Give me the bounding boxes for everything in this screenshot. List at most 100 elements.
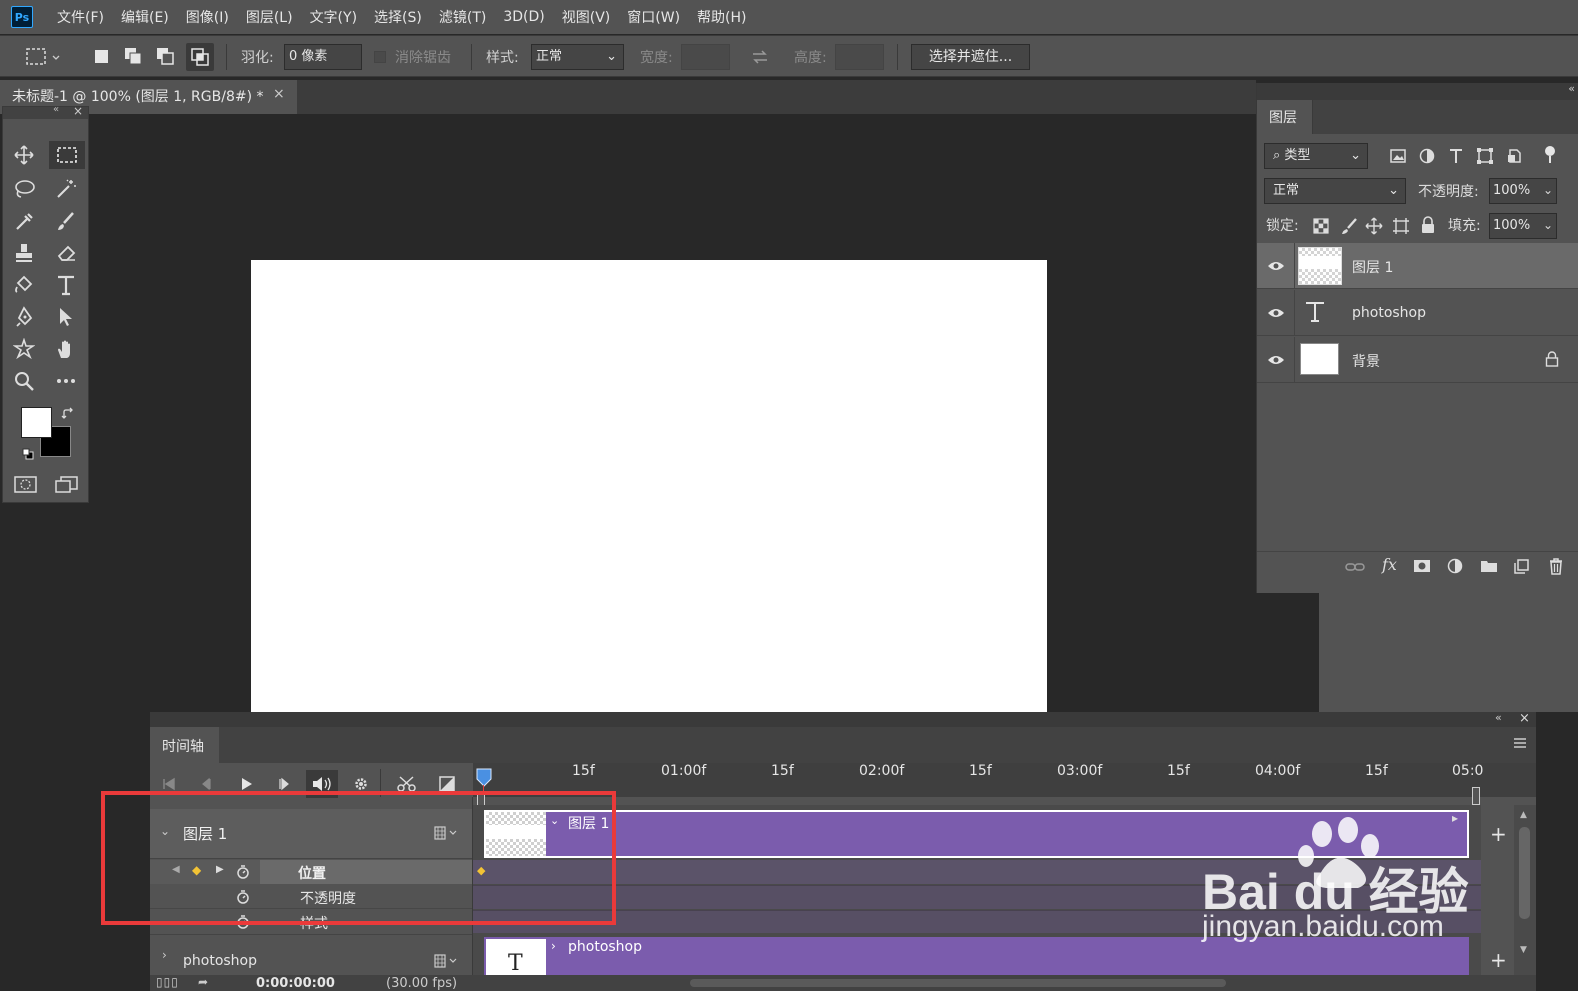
collapse-panel-icon[interactable]: « [1568, 82, 1575, 95]
add-media-button[interactable]: + [1490, 948, 1507, 972]
settings-gear-icon[interactable] [353, 776, 369, 792]
menu-window[interactable]: 窗口(W) [627, 7, 680, 27]
add-mask-icon[interactable] [1413, 558, 1431, 574]
add-selection-icon[interactable] [124, 47, 144, 67]
filter-smart-object-icon[interactable] [1505, 147, 1523, 165]
render-icon[interactable]: ➦ [198, 975, 208, 989]
custom-shape-tool-icon[interactable] [9, 335, 39, 363]
menu-3d[interactable]: 3D(D) [503, 9, 544, 25]
lock-transparent-icon[interactable] [1313, 218, 1329, 234]
scroll-down-icon[interactable]: ▼ [1520, 945, 1527, 955]
expand-chevron-icon[interactable]: › [162, 948, 167, 962]
collapse-icon[interactable]: « [53, 104, 59, 115]
previous-frame-icon[interactable] [200, 777, 214, 791]
menu-layer[interactable]: 图层(L) [246, 7, 293, 27]
stamp-tool-icon[interactable] [9, 239, 39, 267]
swap-dimensions-icon[interactable] [751, 48, 769, 66]
eye-icon[interactable] [1267, 307, 1285, 319]
keyframe-lane-opacity[interactable] [473, 885, 1481, 909]
menu-view[interactable]: 视图(V) [562, 7, 611, 27]
eraser-tool-icon[interactable] [51, 239, 81, 267]
filter-shape-icon[interactable] [1476, 147, 1494, 165]
paint-bucket-tool-icon[interactable] [9, 271, 39, 299]
fill-dropdown-icon[interactable]: ⌄ [1539, 213, 1557, 239]
subtract-selection-icon[interactable] [156, 47, 176, 67]
layer-row-photoshop[interactable]: photoshop [1257, 290, 1578, 336]
toolbar-header[interactable]: « × [3, 104, 88, 119]
keyframe-lane-position[interactable]: ◆ [473, 860, 1481, 884]
new-group-icon[interactable] [1480, 558, 1498, 574]
tab-layers[interactable]: 图层 [1257, 100, 1313, 134]
lock-position-icon[interactable] [1365, 217, 1383, 235]
swap-colors-icon[interactable] [61, 407, 75, 421]
transition-icon[interactable] [439, 776, 455, 792]
close-icon[interactable]: × [1519, 711, 1530, 726]
pen-tool-icon[interactable] [9, 303, 39, 331]
next-frame-icon[interactable] [277, 777, 291, 791]
horizontal-scrollbar[interactable] [690, 979, 1226, 987]
delete-layer-icon[interactable] [1548, 557, 1564, 575]
move-tool-icon[interactable] [9, 141, 39, 169]
menu-file[interactable]: 文件(F) [57, 7, 104, 27]
clip-end-icon[interactable]: ▸ [1452, 811, 1458, 825]
filter-pixel-icon[interactable] [1389, 147, 1407, 165]
keyframe-lane-style[interactable] [473, 910, 1481, 933]
fx-icon[interactable]: fx [1382, 555, 1397, 574]
layer-filter-select[interactable]: ⌕ 类型 ⌄ [1264, 143, 1368, 169]
layer-row-layer1[interactable]: 图层 1 [1257, 243, 1578, 289]
close-tab-icon[interactable]: × [273, 86, 285, 102]
rectangular-marquee-tool-icon[interactable] [49, 141, 85, 169]
quick-mask-icon[interactable] [14, 475, 38, 495]
close-icon[interactable]: × [73, 104, 83, 118]
zoom-tool-icon[interactable] [9, 367, 39, 395]
new-selection-icon[interactable] [94, 49, 110, 65]
eye-icon[interactable] [1267, 260, 1285, 272]
panel-menu-icon[interactable] [1513, 737, 1527, 749]
layer-name[interactable]: 图层 1 [1352, 257, 1393, 277]
collapse-panel-icon[interactable]: « [1495, 711, 1502, 724]
blend-mode-select[interactable]: 正常 ⌄ [1264, 178, 1406, 204]
path-selection-tool-icon[interactable] [51, 303, 81, 331]
clip-layer1[interactable]: ⌄ 图层 1 ▸ [484, 810, 1469, 858]
menu-select[interactable]: 选择(S) [374, 7, 422, 27]
frame-mode-icon[interactable]: ▯▯▯ [156, 975, 179, 989]
go-to-first-frame-icon[interactable] [162, 777, 176, 791]
filter-adjustment-icon[interactable] [1418, 147, 1436, 165]
play-icon[interactable] [239, 777, 253, 791]
height-input[interactable] [835, 44, 884, 70]
clip-photoshop[interactable]: T › photoshop [484, 937, 1469, 976]
add-media-button[interactable]: + [1490, 822, 1507, 846]
eyedropper-tool-icon[interactable] [9, 207, 39, 235]
intersect-selection-icon[interactable] [186, 43, 214, 71]
playhead-icon[interactable] [476, 768, 492, 788]
menu-filter[interactable]: 滤镜(T) [439, 7, 486, 27]
vertical-scrollbar[interactable]: ▲ ▼ [1514, 805, 1536, 975]
default-colors-icon[interactable] [22, 448, 34, 460]
layer-name[interactable]: photoshop [1352, 305, 1426, 321]
antialias-checkbox[interactable] [374, 51, 386, 63]
menu-help[interactable]: 帮助(H) [697, 7, 746, 27]
lasso-tool-icon[interactable] [9, 175, 39, 203]
more-tools-icon[interactable] [51, 367, 81, 395]
link-layers-icon[interactable] [1345, 560, 1365, 574]
foreground-color-swatch[interactable] [21, 407, 52, 438]
menu-type[interactable]: 文字(Y) [310, 7, 357, 27]
new-adjustment-icon[interactable] [1447, 558, 1465, 576]
filter-toggle-icon[interactable] [1545, 146, 1555, 156]
marquee-preset-icon[interactable] [26, 48, 62, 66]
track-header-photoshop[interactable]: › photoshop [150, 934, 472, 970]
lock-all-icon[interactable] [1420, 216, 1436, 234]
feather-input[interactable]: 0 像素 [284, 44, 362, 70]
filter-type-icon[interactable] [1447, 147, 1465, 165]
tab-timeline[interactable]: 时间轴 [150, 727, 219, 763]
menu-image[interactable]: 图像(I) [186, 7, 229, 27]
menu-edit[interactable]: 编辑(E) [121, 7, 169, 27]
style-select[interactable]: 正常 ⌄ [531, 44, 624, 70]
hand-tool-icon[interactable] [51, 335, 81, 363]
type-tool-icon[interactable] [51, 271, 81, 299]
lock-pixels-icon[interactable] [1340, 217, 1358, 235]
brush-tool-icon[interactable] [51, 207, 81, 235]
magic-wand-tool-icon[interactable] [51, 175, 81, 203]
film-strip-icon[interactable] [434, 954, 460, 968]
width-input[interactable] [681, 44, 730, 70]
